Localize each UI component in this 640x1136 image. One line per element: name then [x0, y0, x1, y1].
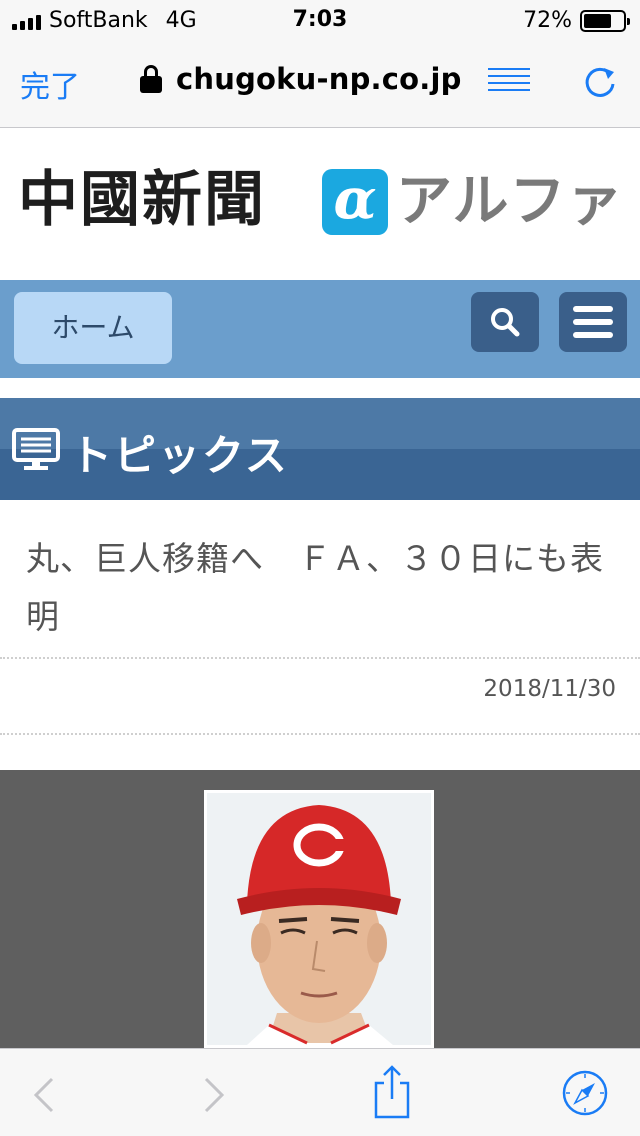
section-title: トピックス: [70, 431, 289, 480]
site-nav-bar: ホーム: [0, 280, 640, 378]
monitor-icon: [12, 428, 60, 472]
article-title: 丸、巨人移籍へ ＦＡ、３０日にも表明: [26, 539, 604, 636]
hamburger-icon: [573, 306, 613, 312]
done-button[interactable]: 完了: [20, 62, 80, 106]
share-icon: [374, 1065, 410, 1119]
battery-fill: [584, 13, 612, 28]
divider: [0, 657, 640, 659]
section-header: トピックス: [0, 398, 640, 500]
forward-icon: [204, 1077, 225, 1113]
site-logo[interactable]: 中國新聞 α アルファ: [0, 129, 640, 280]
lock-icon: [140, 65, 162, 93]
back-button[interactable]: [22, 1049, 66, 1136]
url-text: chugoku-np.co.jp: [176, 62, 462, 96]
article-date: 2018/11/30: [483, 676, 616, 702]
article-photo-area: [0, 770, 640, 1048]
logo-kanji: 中國新聞: [18, 165, 266, 235]
back-icon: [33, 1077, 54, 1113]
browser-address-bar: 完了 chugoku-np.co.jp: [0, 40, 640, 128]
battery-percent: 72%: [523, 8, 572, 33]
reload-icon[interactable]: [580, 62, 620, 102]
menu-button[interactable]: [559, 292, 627, 352]
battery-icon: [580, 9, 630, 32]
share-button[interactable]: [366, 1049, 418, 1136]
home-button[interactable]: ホーム: [14, 292, 172, 364]
search-icon: [491, 308, 520, 337]
logo-katakana: アルファ: [396, 169, 624, 234]
url-field[interactable]: chugoku-np.co.jp: [140, 62, 462, 96]
divider: [0, 733, 640, 735]
forward-button[interactable]: [192, 1049, 236, 1136]
status-bar: SoftBank 4G 7:03 72%: [0, 0, 640, 40]
browser-toolbar: [0, 1048, 640, 1136]
search-button[interactable]: [471, 292, 539, 352]
logo-alpha-mark: α: [322, 169, 388, 235]
article-photo[interactable]: [204, 790, 434, 1048]
reader-view-icon[interactable]: [488, 68, 530, 94]
bookmarks-button[interactable]: [560, 1049, 610, 1136]
compass-icon: [562, 1070, 608, 1116]
status-right: 72%: [523, 8, 630, 33]
